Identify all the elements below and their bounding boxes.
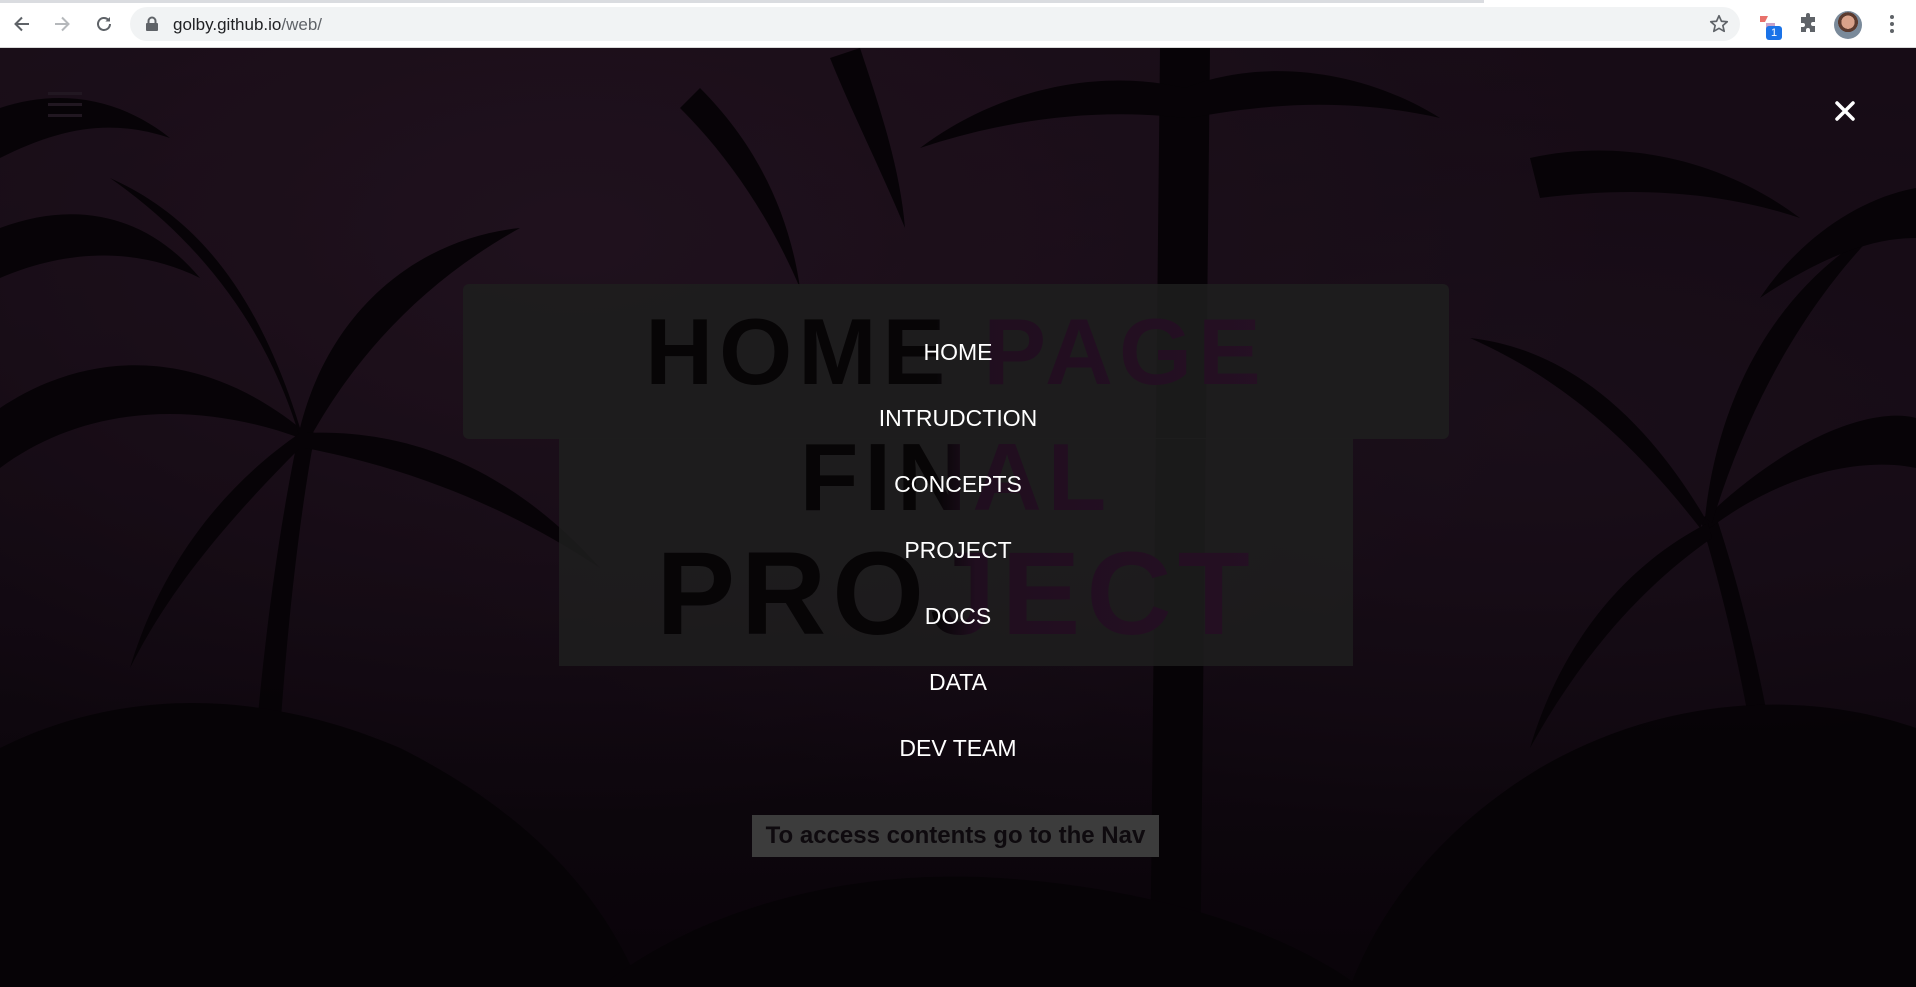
url-path: /web/ [281,15,323,34]
url-text[interactable]: golby.github.io/web/ [173,15,322,35]
puzzle-icon[interactable] [1797,12,1821,36]
nav-item-introduction[interactable]: INTRUDCTION [758,403,1158,433]
nav-hint-text: To access contents go to the Nav [752,815,1159,857]
nav-item-dev-team[interactable]: DEV TEAM [758,733,1158,763]
address-bar[interactable]: golby.github.io/web/ [130,7,1740,41]
reload-icon[interactable] [90,10,118,38]
nav-item-docs[interactable]: DOCS [758,601,1158,631]
nav-item-project[interactable]: PROJECT [758,535,1158,565]
kebab-menu-icon[interactable] [1880,12,1904,36]
browser-toolbar: golby.github.io/web/ 1 [0,0,1916,48]
page-viewport: HOME PAGE FINAL PROJECT HOME INTRUDCTION… [0,48,1916,987]
star-icon[interactable] [1708,13,1730,35]
profile-avatar[interactable] [1834,11,1862,39]
lock-icon[interactable] [145,16,159,32]
page-load-bar [0,0,1484,3]
nav-item-concepts[interactable]: CONCEPTS [758,469,1158,499]
nav-item-home[interactable]: HOME [758,337,1158,367]
back-arrow-icon[interactable] [8,10,36,38]
url-host: golby.github.io [173,15,282,34]
extension-badge: 1 [1766,26,1782,40]
forward-arrow-icon[interactable] [48,10,76,38]
nav-item-data[interactable]: DATA [758,667,1158,697]
